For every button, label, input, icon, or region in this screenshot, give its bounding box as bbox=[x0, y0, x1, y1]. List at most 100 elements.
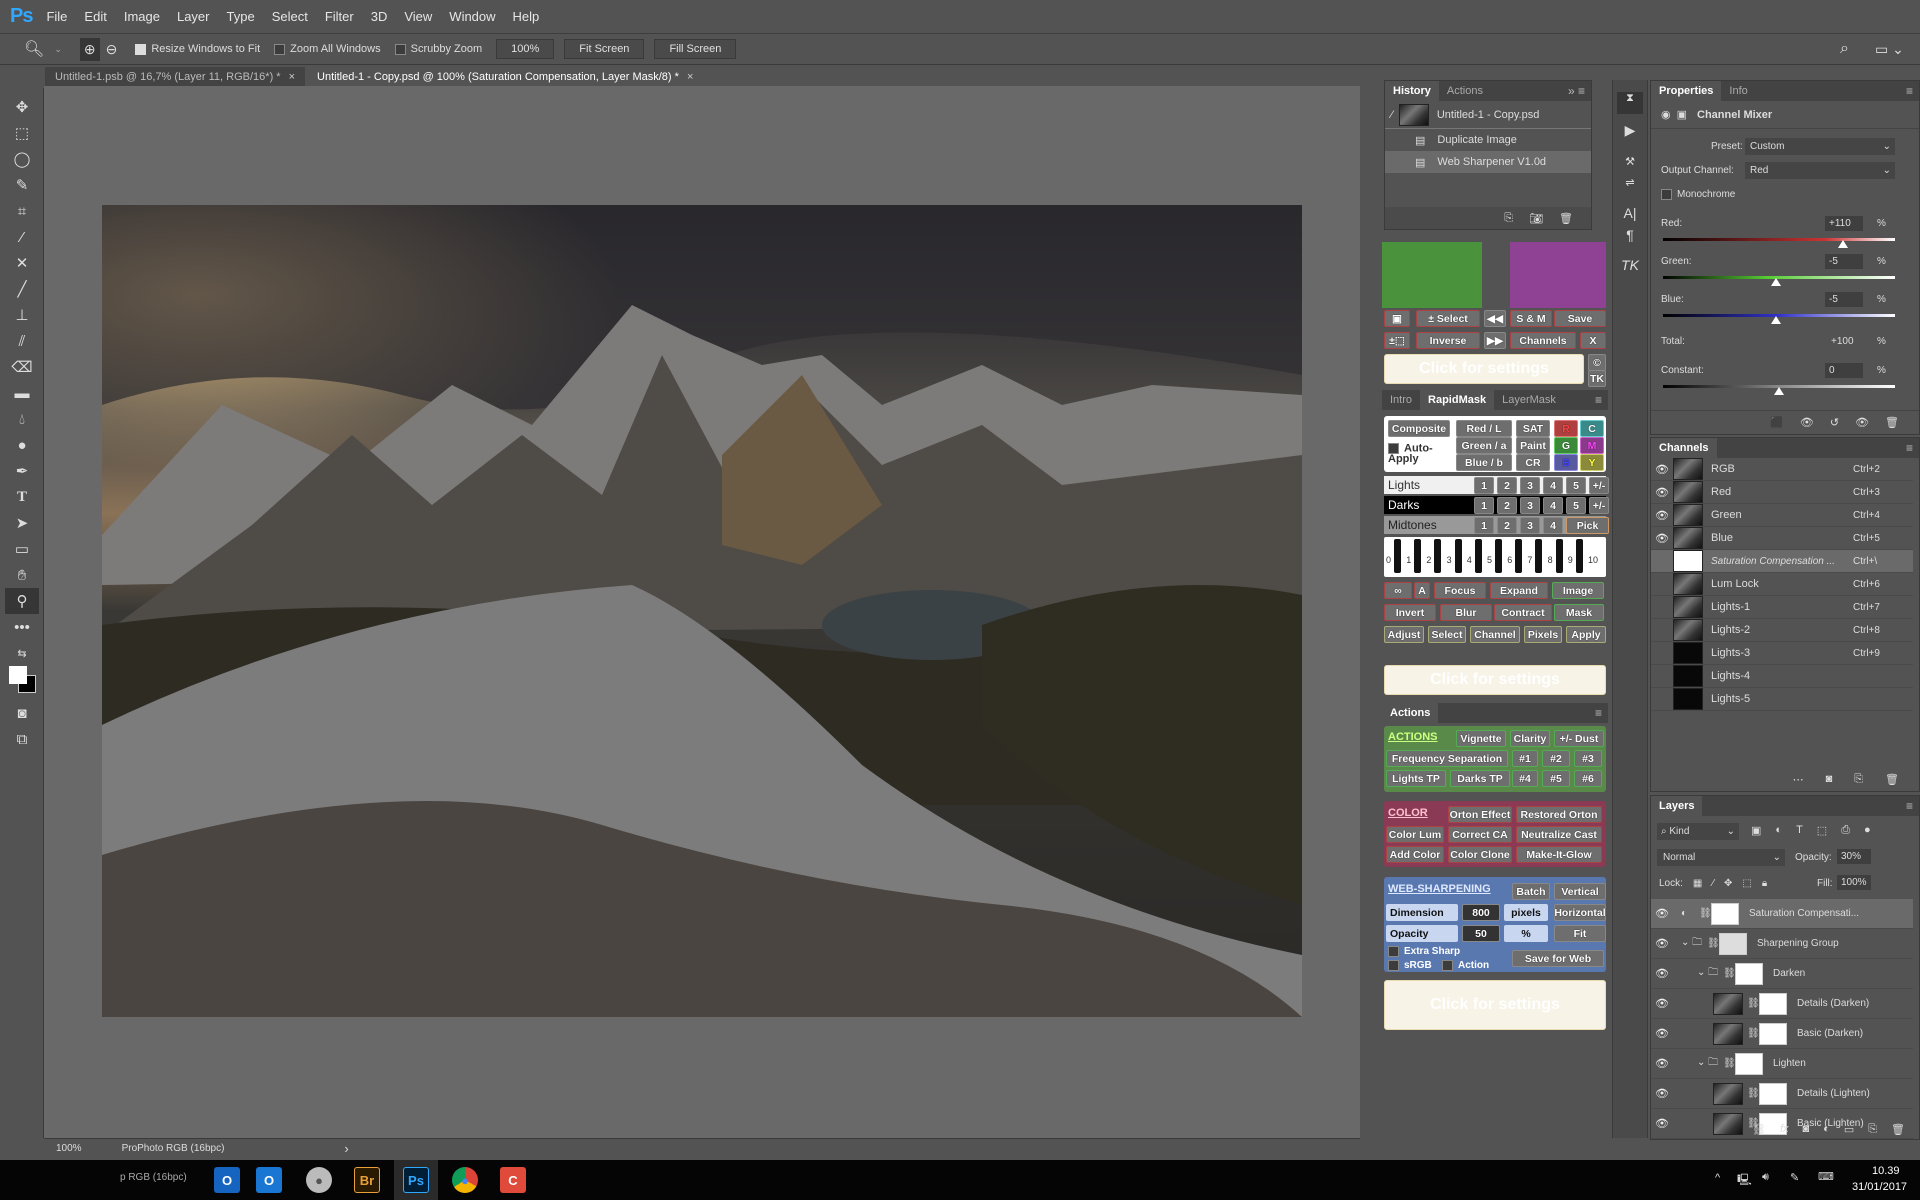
zone-key[interactable] bbox=[1575, 539, 1583, 573]
settings-button[interactable]: Click for settings bbox=[1384, 354, 1584, 384]
panel-menu-icon[interactable]: » ≡ bbox=[1568, 84, 1585, 98]
zoom-out-icon[interactable]: ⊖ bbox=[106, 41, 118, 58]
zone-key[interactable] bbox=[1454, 539, 1462, 573]
layer-row[interactable]: 👁︎ ⛓ Details (Darken) bbox=[1651, 989, 1913, 1019]
trash-icon[interactable]: 🗑︎ bbox=[1885, 416, 1899, 429]
zoom-all-windows-checkbox[interactable]: Zoom All Windows bbox=[274, 43, 381, 55]
panel-menu-icon[interactable]: ≡ bbox=[1906, 799, 1913, 813]
eye-icon[interactable]: 👁︎ bbox=[1651, 937, 1673, 950]
quick-mask-icon[interactable]: ◙ bbox=[5, 700, 39, 726]
tk-image-button[interactable]: ▣ bbox=[1384, 310, 1410, 327]
lock-all-icon[interactable]: 🔒︎ bbox=[1762, 878, 1767, 889]
zone-key[interactable] bbox=[1414, 539, 1422, 573]
tab-actions-tk[interactable]: Actions bbox=[1382, 703, 1439, 723]
eye-icon[interactable]: 👁︎ bbox=[1651, 1057, 1673, 1070]
layer-row[interactable]: 👁︎ ◐ ⛓ Saturation Compensati... bbox=[1651, 899, 1913, 929]
new-group-icon[interactable]: ▭ bbox=[1844, 1123, 1854, 1136]
layer-mask-thumbnail[interactable] bbox=[1735, 962, 1763, 985]
filter-adjustment-icon[interactable]: ◐ bbox=[1775, 824, 1782, 837]
channel-row[interactable]: Saturation Compensation ... Ctrl+\ bbox=[1651, 550, 1913, 573]
actions-heading[interactable]: ACTIONS bbox=[1388, 731, 1438, 743]
batch-button[interactable]: Batch bbox=[1512, 883, 1550, 900]
darks-4-button[interactable]: 4 bbox=[1543, 497, 1563, 514]
percent-label[interactable]: % bbox=[1504, 925, 1548, 942]
eye-icon[interactable]: 👁︎ bbox=[1651, 509, 1673, 522]
crop-tool-icon[interactable]: ⌗ bbox=[5, 198, 39, 224]
photoshop-taskbar-icon[interactable]: Ps bbox=[403, 1167, 429, 1193]
vertical-button[interactable]: Vertical bbox=[1554, 883, 1606, 900]
action-button[interactable]: #4 bbox=[1512, 770, 1538, 787]
chrome-icon[interactable]: ● bbox=[452, 1167, 478, 1193]
midtones-1-button[interactable]: 1 bbox=[1474, 517, 1494, 534]
constant-value-field[interactable]: 0 bbox=[1825, 363, 1863, 378]
zone-key[interactable] bbox=[1515, 539, 1523, 573]
snapshot-camera-icon[interactable]: 📷︎ bbox=[1529, 212, 1543, 225]
opacity-label[interactable]: Opacity bbox=[1386, 925, 1458, 942]
lock-artboard-icon[interactable]: ⬚ bbox=[1742, 878, 1751, 889]
action-button[interactable]: #5 bbox=[1542, 770, 1570, 787]
history-snapshot[interactable]: ⁄ Untitled-1 - Copy.psd bbox=[1385, 101, 1591, 129]
output-channel-select[interactable]: Red ⌄ bbox=[1745, 162, 1895, 179]
outlook-2-icon[interactable]: O bbox=[256, 1167, 282, 1193]
globe-app-icon[interactable]: ● bbox=[306, 1167, 332, 1193]
action-button[interactable]: Vignette bbox=[1456, 730, 1506, 747]
pen-tool-icon[interactable]: ✒ bbox=[5, 458, 39, 484]
folder-icon[interactable]: ⌄ 🗀︎ bbox=[1697, 965, 1723, 982]
layer-row[interactable]: 👁︎ ⌄ 🗀︎ ⛓ Darken bbox=[1651, 959, 1913, 989]
close-x-button[interactable]: X bbox=[1580, 332, 1606, 349]
panel-menu-icon[interactable]: ≡ bbox=[1906, 441, 1913, 455]
layer-mask-thumbnail[interactable] bbox=[1711, 902, 1739, 925]
mask-op-button[interactable]: Image bbox=[1552, 582, 1604, 599]
more-tools-icon[interactable]: ••• bbox=[5, 614, 39, 640]
search-icon[interactable]: ⌕ bbox=[1840, 40, 1849, 58]
mask-op-button[interactable]: Invert bbox=[1384, 604, 1436, 621]
monochrome-checkbox[interactable]: Monochrome bbox=[1661, 189, 1735, 200]
kind-filter-select[interactable]: ⌕ Kind ⌄ bbox=[1657, 823, 1739, 840]
type-tool-icon[interactable]: T bbox=[5, 484, 39, 510]
midtones-4-button[interactable]: 4 bbox=[1543, 517, 1563, 534]
chevron-down-icon[interactable]: ⌄ bbox=[54, 44, 62, 55]
tab-layermask[interactable]: LayerMask bbox=[1494, 390, 1564, 410]
menu-file[interactable]: File bbox=[46, 9, 67, 24]
menu-edit[interactable]: Edit bbox=[84, 9, 106, 24]
fx-icon[interactable]: fx bbox=[1780, 1123, 1789, 1135]
tab-channels[interactable]: Channels bbox=[1651, 438, 1717, 458]
zone-label[interactable]: 7 bbox=[1527, 555, 1532, 565]
zone-key[interactable] bbox=[1474, 539, 1482, 573]
tray-chevron-icon[interactable]: ^ bbox=[1715, 1172, 1720, 1184]
dodge-tool-icon[interactable]: ● bbox=[5, 432, 39, 458]
save-selection-icon[interactable]: ◙ bbox=[1826, 773, 1833, 785]
lights-1-button[interactable]: 1 bbox=[1474, 477, 1494, 494]
color-action-button[interactable]: Color Lum bbox=[1386, 826, 1444, 843]
document-image[interactable] bbox=[102, 205, 1302, 1017]
lights-4-button[interactable]: 4 bbox=[1543, 477, 1563, 494]
zone-label[interactable]: 0 bbox=[1386, 555, 1391, 565]
tool-presets-icon[interactable]: ⚒ bbox=[1613, 155, 1647, 168]
color-action-button[interactable]: Restored Orton bbox=[1516, 806, 1602, 823]
action-button[interactable]: Frequency Separation bbox=[1386, 750, 1508, 767]
marquee-tool-icon[interactable]: ⬚ bbox=[5, 120, 39, 146]
mask-op-button[interactable]: Expand bbox=[1490, 582, 1548, 599]
layer-row[interactable]: 👁︎ ⌄ 🗀︎ ⛓ Lighten bbox=[1651, 1049, 1913, 1079]
composite-button[interactable]: Composite bbox=[1388, 420, 1450, 437]
color-action-button[interactable]: Add Color bbox=[1386, 846, 1444, 863]
darks-5-button[interactable]: 5 bbox=[1566, 497, 1586, 514]
panel-menu-icon[interactable]: ≡ bbox=[1595, 706, 1602, 720]
menu-window[interactable]: Window bbox=[449, 9, 495, 24]
mask-op-button[interactable]: A bbox=[1414, 582, 1430, 599]
canvas-area[interactable] bbox=[44, 86, 1360, 1138]
lock-transparent-icon[interactable]: ▦ bbox=[1693, 878, 1702, 889]
zone-label[interactable]: 2 bbox=[1426, 555, 1431, 565]
mask-op-button[interactable]: Select bbox=[1428, 626, 1466, 643]
horizontal-button[interactable]: Horizontal bbox=[1554, 904, 1606, 921]
gradient-tool-icon[interactable]: ▬ bbox=[5, 380, 39, 406]
auto-apply-checkbox[interactable]: Auto-Apply bbox=[1388, 443, 1448, 465]
bridge-icon[interactable]: Br bbox=[354, 1167, 380, 1193]
layer-row[interactable]: 👁︎ ⌄ 🗀︎ ⛓ Sharpening Group bbox=[1651, 929, 1913, 959]
trash-icon[interactable]: 🗑︎ bbox=[1891, 1123, 1905, 1136]
hand-tool-icon[interactable]: ✋︎ bbox=[5, 562, 39, 588]
new-document-from-state-icon[interactable]: ⎘ bbox=[1504, 212, 1513, 225]
filter-shape-icon[interactable]: ⬚ bbox=[1817, 824, 1827, 837]
lock-image-icon[interactable]: ⁄ bbox=[1712, 878, 1714, 889]
tab-intro[interactable]: Intro bbox=[1382, 390, 1420, 410]
